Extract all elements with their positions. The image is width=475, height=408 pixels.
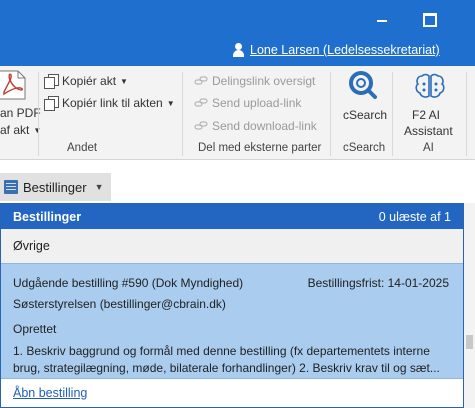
user-icon bbox=[232, 43, 245, 57]
link-icon bbox=[194, 76, 208, 85]
open-order-link[interactable]: Åbn bestilling bbox=[13, 386, 87, 400]
panel-title: Bestillinger bbox=[13, 210, 82, 224]
send-download-link-button[interactable]: Send download-link bbox=[194, 119, 317, 133]
order-card[interactable]: Udgående bestilling #590 (Dok Myndighed)… bbox=[1, 263, 463, 379]
scrollbar[interactable] bbox=[464, 203, 475, 408]
order-title: Udgående bestilling #590 (Dok Myndighed) bbox=[13, 276, 244, 290]
copy-icon bbox=[44, 96, 59, 111]
bestillinger-dropdown[interactable]: Bestillinger ▼ bbox=[0, 173, 111, 201]
order-status: Oprettet bbox=[13, 322, 57, 336]
folder-label: Bestillinger bbox=[23, 179, 87, 195]
ai-label-2: Assistant bbox=[404, 124, 453, 138]
send-download-label: Send download-link bbox=[212, 119, 317, 133]
copy-link-button[interactable]: Kopiér link til akten ▼ bbox=[44, 96, 175, 111]
group-label-ai: AI bbox=[423, 142, 434, 154]
csearch-icon[interactable] bbox=[347, 70, 377, 100]
order-deadline: Bestillingsfrist: 14-01-2025 bbox=[307, 276, 449, 290]
ribbon-separator bbox=[466, 72, 467, 156]
link-icon bbox=[194, 98, 208, 107]
chevron-down-icon: ▼ bbox=[166, 98, 175, 108]
unread-count: 0 ulæste af 1 bbox=[378, 210, 451, 224]
group-label-csearch: cSearch bbox=[343, 142, 386, 154]
pdf-icon bbox=[0, 70, 26, 100]
book-icon bbox=[4, 180, 18, 194]
share-overview-label: Delingslink oversigt bbox=[212, 74, 316, 88]
csearch-label: cSearch bbox=[343, 108, 388, 122]
panel-header: Bestillinger 0 ulæste af 1 bbox=[1, 204, 463, 229]
title-bar: Lone Larsen (Ledelsessekretariat) bbox=[0, 0, 475, 66]
section-header[interactable]: Øvrige bbox=[1, 229, 463, 263]
ribbon-separator bbox=[392, 72, 393, 156]
chevron-down-icon: ▼ bbox=[120, 76, 128, 86]
copy-link-label: Kopiér link til akten bbox=[62, 96, 163, 110]
ai-label-1: F2 AI bbox=[412, 108, 441, 122]
csearch-button[interactable]: cSearch bbox=[343, 108, 387, 122]
link-icon bbox=[194, 121, 208, 130]
ribbon: an PDF af akt▼ Kopiér akt▼ Kopiér link t… bbox=[0, 66, 475, 160]
save-pdf-dropdown[interactable]: af akt▼ bbox=[0, 123, 41, 137]
order-sender: Søsterstyrelsen (bestillinger@cbrain.dk) bbox=[13, 297, 226, 311]
copy-icon bbox=[44, 74, 59, 89]
send-upload-link-button[interactable]: Send upload-link bbox=[194, 96, 301, 110]
ribbon-gap bbox=[0, 160, 475, 172]
orders-panel: Bestillinger 0 ulæste af 1 Øvrige Udgåen… bbox=[0, 203, 464, 408]
copy-act-label: Kopiér akt bbox=[62, 74, 117, 88]
section-label: Øvrige bbox=[13, 239, 50, 253]
scrollbar-thumb[interactable] bbox=[466, 335, 473, 349]
save-pdf-label-2: af akt bbox=[0, 123, 30, 137]
user-name: Lone Larsen (Ledelsessekretariat) bbox=[250, 43, 440, 57]
save-pdf-button[interactable]: an PDF bbox=[0, 106, 41, 120]
save-pdf-label: an PDF bbox=[0, 106, 41, 120]
order-description-line-1: 1. Beskriv baggrund og formål med denne … bbox=[13, 344, 430, 358]
group-label-andet: Andet bbox=[67, 142, 98, 154]
chevron-down-icon: ▼ bbox=[94, 182, 104, 192]
ai-assistant-button[interactable]: F2 AI bbox=[412, 108, 440, 122]
order-description-line-2: brug, strategilægning, møde, bilaterale … bbox=[13, 361, 440, 375]
group-label-share: Del med eksterne parter bbox=[198, 142, 322, 154]
brain-icon[interactable] bbox=[414, 72, 446, 100]
send-upload-label: Send upload-link bbox=[212, 96, 302, 110]
ribbon-separator bbox=[38, 72, 39, 156]
user-account-link[interactable]: Lone Larsen (Ledelsessekretariat) bbox=[232, 43, 440, 57]
copy-act-button[interactable]: Kopiér akt ▼ bbox=[44, 74, 128, 89]
ai-assistant-button-2[interactable]: Assistant bbox=[404, 124, 453, 138]
minimize-icon[interactable] bbox=[373, 10, 393, 26]
share-link-overview-button[interactable]: Delingslink oversigt bbox=[194, 74, 315, 88]
ribbon-separator bbox=[330, 72, 331, 156]
ribbon-separator bbox=[182, 72, 183, 156]
maximize-icon[interactable] bbox=[419, 10, 439, 27]
